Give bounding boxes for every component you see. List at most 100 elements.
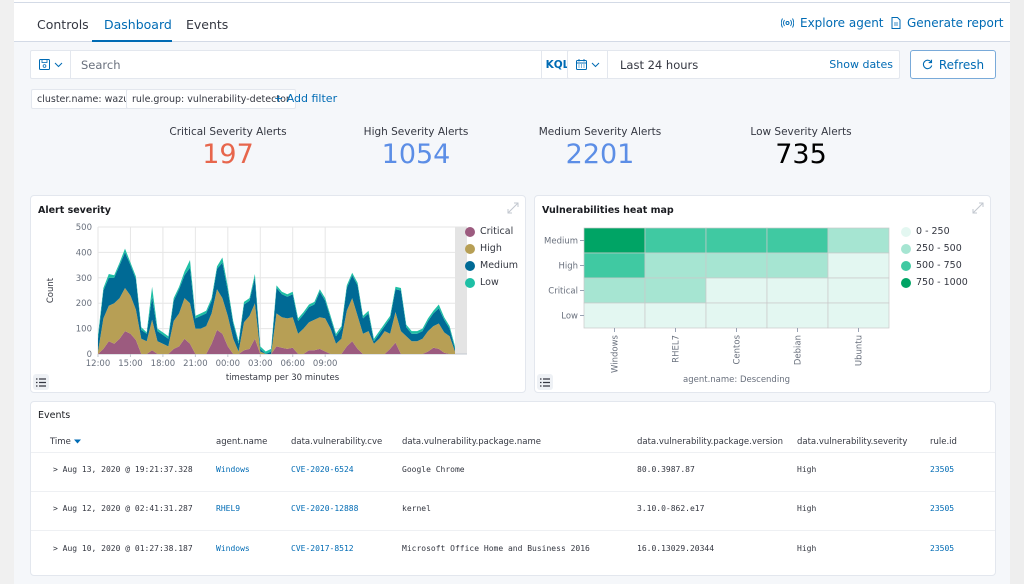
x-tick-label: 15:00 <box>118 359 143 369</box>
chevron-down-icon <box>591 62 599 67</box>
heatmap-cell <box>766 277 829 304</box>
quick-date-menu-button[interactable] <box>568 51 608 78</box>
heatmap-panel: Vulnerabilities heat map Medium High Criti… <box>534 195 991 393</box>
event-time[interactable]: > Aug 12, 2020 @ 02:41:31.287 <box>53 504 193 513</box>
metric-value: 2201 <box>565 139 635 170</box>
alert-severity-panel: Alert severity 0 100 200 300 400 500 15:00 18:0… <box>30 195 526 393</box>
x-tick-label: 18:00 <box>151 359 176 369</box>
list-icon <box>36 377 46 387</box>
column-header-rule-id[interactable]: rule.id <box>930 437 957 447</box>
heatmap-cell <box>766 252 829 279</box>
package-name: Google Chrome <box>402 465 465 474</box>
rule-id-link[interactable]: 23505 <box>930 544 954 553</box>
calendar-icon <box>575 59 587 70</box>
show-dates-button[interactable]: Show dates <box>829 58 893 71</box>
tab-events[interactable]: Events <box>186 17 228 32</box>
tab-dashboard[interactable]: Dashboard <box>104 17 172 32</box>
legend-item-0-250[interactable]: 0 - 250 <box>901 226 950 237</box>
rule-id-link[interactable]: 23505 <box>930 465 954 474</box>
heatmap-cell <box>583 252 646 279</box>
generate-report-button[interactable]: Generate report <box>891 16 1004 30</box>
filter-pill[interactable]: rule.group: vulnerability-detector <box>126 89 296 109</box>
date-picker: Last 24 hours Show dates <box>567 50 900 79</box>
saved-query-menu-button[interactable] <box>31 51 71 78</box>
x-tick-label: 00:00 <box>216 359 241 369</box>
refresh-icon <box>922 59 933 70</box>
column-header-package-name[interactable]: data.vulnerability.package.name <box>402 437 541 447</box>
event-time[interactable]: > Aug 10, 2020 @ 01:27:38.187 <box>53 544 193 553</box>
heatmap-cell <box>705 277 768 304</box>
heatmap-cell <box>705 252 768 279</box>
tab-controls[interactable]: Controls <box>37 17 89 32</box>
refresh-label: Refresh <box>938 57 985 72</box>
legend-swatch <box>901 260 911 271</box>
legend-item-medium[interactable]: Medium <box>465 260 518 271</box>
heatmap-cell <box>644 302 707 329</box>
package-name: kernel <box>402 504 431 513</box>
heatmap-cell <box>644 277 707 304</box>
legend-swatch <box>465 243 475 254</box>
severity: High <box>797 465 817 474</box>
refresh-button[interactable]: Refresh <box>910 50 996 79</box>
events-title: Events <box>38 410 71 421</box>
toggle-legend-button[interactable] <box>537 374 553 390</box>
column-header-severity[interactable]: data.vulnerability.severity <box>797 437 907 447</box>
severity: High <box>797 504 817 513</box>
y-tick-label: 100 <box>76 325 92 335</box>
add-filter-button[interactable]: + Add filter <box>274 92 337 105</box>
legend-label: Low <box>480 277 499 288</box>
package-version: 16.0.13029.20344 <box>637 544 715 553</box>
heatmap-cell <box>583 227 646 254</box>
column-header-time[interactable]: Time <box>50 437 81 447</box>
page-scrollbar[interactable] <box>1010 0 1024 584</box>
date-range-value[interactable]: Last 24 hours <box>620 58 698 72</box>
legend-item-250-500[interactable]: 250 - 500 <box>901 243 962 254</box>
legend-label: 0 - 250 <box>916 226 950 237</box>
metric-low: Low Severity Alerts 735 <box>721 126 881 171</box>
heatmap-cell <box>827 302 890 329</box>
column-header-agent-name[interactable]: agent.name <box>216 437 267 447</box>
legend-item-critical[interactable]: Critical <box>465 226 513 237</box>
event-time[interactable]: > Aug 13, 2020 @ 19:21:37.328 <box>53 465 193 474</box>
package-version: 3.10.0-862.e17 <box>637 504 705 513</box>
legend-item-500-750[interactable]: 500 - 750 <box>901 260 962 271</box>
agent-link[interactable]: Windows <box>216 544 250 553</box>
agent-link[interactable]: Windows <box>216 465 250 474</box>
row-divider <box>31 530 995 531</box>
legend-item-high[interactable]: High <box>465 243 502 254</box>
legend-item-low[interactable]: Low <box>465 277 499 288</box>
filter-pill[interactable]: cluster.name: wazuh <box>31 89 142 109</box>
legend-swatch <box>901 277 911 288</box>
x-tick-label: 21:00 <box>183 359 208 369</box>
generate-report-label: Generate report <box>907 16 1004 30</box>
metric-high: High Severity Alerts 1054 <box>336 126 496 171</box>
metric-value: 1054 <box>381 139 451 170</box>
package-version: 80.0.3987.87 <box>637 465 695 474</box>
legend-item-750-1000[interactable]: 750 - 1000 <box>901 277 968 288</box>
cve-link[interactable]: CVE-2020-12888 <box>291 504 358 513</box>
cve-link[interactable]: CVE-2017-8512 <box>291 544 354 553</box>
legend-label: Critical <box>480 226 514 237</box>
x-axis-label: timestamp per 30 minutes <box>226 373 340 383</box>
metric-value: 735 <box>775 139 827 170</box>
rule-id-link[interactable]: 23505 <box>930 504 954 513</box>
cve-link[interactable]: CVE-2020-6524 <box>291 465 354 474</box>
column-header-package-version[interactable]: data.vulnerability.package.version <box>637 437 783 447</box>
alert-severity-chart: 010020030040050015:00 18:00 21:00 00:00 03:0… <box>46 223 467 383</box>
x-category-label: Windows <box>611 334 621 373</box>
explore-agent-button[interactable]: Explore agent <box>781 16 884 30</box>
sort-descending-icon <box>73 439 81 444</box>
search-input[interactable] <box>71 51 541 78</box>
column-header-cve[interactable]: data.vulnerability.cve <box>291 437 382 447</box>
package-name: Microsoft Office Home and Business 2016 <box>402 544 590 553</box>
x-tick-label: 12:00 <box>86 359 111 369</box>
agent-link[interactable]: RHEL9 <box>216 504 240 513</box>
x-axis-label: agent.name: Descending <box>683 375 790 385</box>
query-bar: KQL <box>30 50 574 79</box>
row-divider <box>31 452 995 453</box>
heatmap-cell <box>827 252 890 279</box>
toggle-legend-button[interactable] <box>33 374 49 390</box>
x-tick-label: 09:00 <box>313 359 338 369</box>
heatmap-cell <box>644 227 707 254</box>
row-divider <box>31 491 995 492</box>
